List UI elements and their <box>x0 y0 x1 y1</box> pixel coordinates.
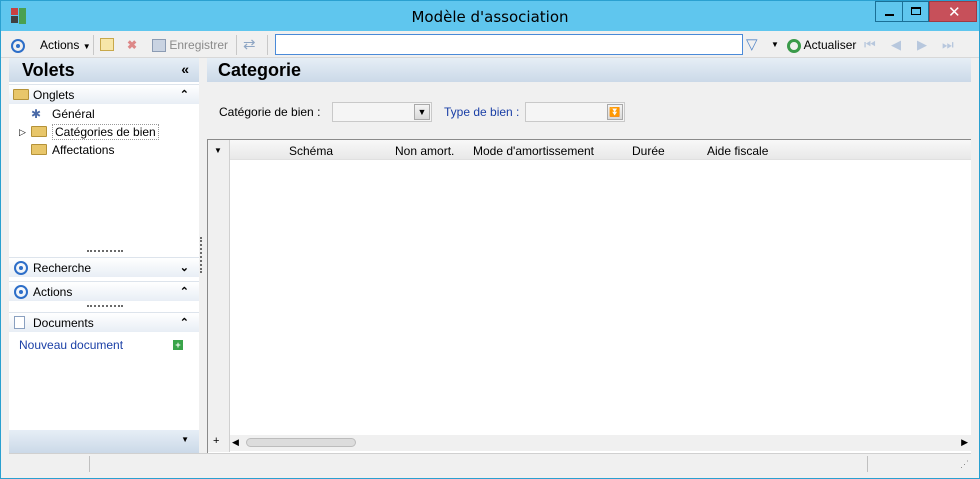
column-header-non-amort[interactable]: Non amort. <box>395 144 454 158</box>
column-chooser-icon[interactable]: ▼ <box>214 146 222 155</box>
scroll-thumb[interactable] <box>246 438 356 447</box>
page-title: Categorie <box>218 60 302 80</box>
new-document-link[interactable]: Nouveau document <box>19 338 123 352</box>
status-cell <box>89 456 867 472</box>
toolbar: Actions ▼ ✖ Enregistrer ⇄ ▽ ▼ Actualiser… <box>1 31 979 58</box>
refresh-label: Actualiser <box>803 38 857 52</box>
app-window: Modèle d'association ✕ Actions ▼ ✖ Enreg… <box>0 0 980 479</box>
last-icon[interactable]: ⏭ <box>942 35 954 55</box>
tree-item-label: Catégories de bien <box>52 124 159 140</box>
side-panel-title: Volets <box>22 60 75 80</box>
title-bar[interactable]: Modèle d'association ✕ <box>1 1 979 31</box>
tree-item-affectations[interactable]: Affectations <box>31 142 114 158</box>
save-button[interactable]: Enregistrer <box>152 35 228 55</box>
tree-item-label: Affectations <box>52 143 115 157</box>
column-header-schema[interactable]: Schéma <box>289 144 333 158</box>
target-icon <box>14 285 28 299</box>
sync-icon[interactable]: ⇄ <box>243 35 256 55</box>
column-header-duree[interactable]: Durée <box>632 144 665 158</box>
search-input[interactable] <box>275 34 743 55</box>
main-content: Categorie Catégorie de bien : ▼ Type de … <box>207 58 971 453</box>
status-bar: ⋰ <box>9 453 971 473</box>
tree-item-general[interactable]: ✱ Général <box>31 106 95 122</box>
close-icon: ✕ <box>948 3 961 21</box>
maximize-icon <box>911 7 921 15</box>
close-button[interactable]: ✕ <box>929 1 977 22</box>
category-label: Catégorie de bien : <box>219 105 321 119</box>
refresh-button[interactable]: Actualiser <box>787 35 856 55</box>
grid-header: Schéma Non amort. Mode d'amortissement D… <box>230 140 971 160</box>
minimize-button[interactable] <box>875 1 902 22</box>
row-header-column: ▼ + <box>208 140 230 452</box>
section-documents[interactable]: Documents ⌃ <box>9 312 199 332</box>
splitter-grip[interactable] <box>87 250 123 253</box>
category-select[interactable]: ▼ <box>332 102 432 122</box>
new-document-icon[interactable] <box>100 38 114 51</box>
section-recherche-label: Recherche <box>33 261 92 275</box>
minimize-icon <box>885 14 894 16</box>
target-icon[interactable] <box>11 35 25 55</box>
resize-grip-icon[interactable]: ⋰ <box>960 459 969 470</box>
panel-footer: ▼ <box>9 430 199 453</box>
expand-icon[interactable]: ▷ <box>19 124 26 140</box>
chevron-up-icon: ⌃ <box>179 286 189 298</box>
actions-menu[interactable]: Actions ▼ <box>40 35 91 55</box>
refresh-icon <box>787 38 801 53</box>
next-icon[interactable]: ▶ <box>917 35 927 55</box>
section-recherche[interactable]: Recherche ⌄ <box>9 257 199 277</box>
actions-menu-label: Actions <box>40 38 80 52</box>
folder-icon <box>31 144 47 155</box>
document-icon <box>14 316 25 329</box>
horizontal-scrollbar[interactable]: ◀ ▶ <box>230 435 971 451</box>
folder-open-icon <box>31 126 47 137</box>
section-onglets-label: Onglets <box>33 88 75 102</box>
filter-dropdown-icon[interactable]: ▼ <box>771 35 779 55</box>
target-icon <box>14 261 28 275</box>
column-header-aide-fiscale[interactable]: Aide fiscale <box>707 144 768 158</box>
vertical-splitter[interactable] <box>200 237 202 273</box>
folder-icon <box>13 89 29 100</box>
section-actions-label: Actions <box>33 285 73 299</box>
delete-icon[interactable]: ✖ <box>127 35 137 55</box>
maximize-button[interactable] <box>902 1 929 22</box>
add-icon[interactable]: + <box>173 340 183 350</box>
window-title: Modèle d'association <box>411 8 569 26</box>
add-row-icon[interactable]: + <box>213 435 219 447</box>
side-panel-header: Volets « <box>9 58 199 82</box>
side-panel: Volets « Onglets ⌃ ✱ Général ▷ Catégorie… <box>9 58 199 453</box>
collapse-panel-icon[interactable]: « <box>181 61 189 77</box>
column-header-mode[interactable]: Mode d'amortissement <box>473 144 594 158</box>
tree-item-label: Général <box>52 107 95 121</box>
splitter-grip[interactable] <box>87 305 123 308</box>
section-onglets[interactable]: Onglets ⌃ <box>9 84 199 104</box>
chevron-up-icon: ⌃ <box>179 317 189 329</box>
main-header: Categorie <box>207 58 971 82</box>
chevron-up-icon: ⌃ <box>179 89 189 101</box>
scroll-left-icon[interactable]: ◀ <box>232 437 239 448</box>
section-documents-label: Documents <box>33 316 94 330</box>
double-chevron-down-icon: ⏬ <box>607 104 623 120</box>
type-label[interactable]: Type de bien : <box>444 105 519 119</box>
chevron-down-icon: ▼ <box>414 104 430 120</box>
chevron-down-icon: ▼ <box>82 42 91 51</box>
data-grid: ▼ + Schéma Non amort. Mode d'amortisseme… <box>207 139 971 453</box>
type-select[interactable]: ⏬ <box>525 102 625 122</box>
save-label: Enregistrer <box>169 38 229 52</box>
save-icon <box>152 39 166 53</box>
prev-icon[interactable]: ◀ <box>891 35 901 55</box>
first-icon[interactable]: ⏮ <box>864 35 876 55</box>
scroll-right-icon[interactable]: ▶ <box>961 437 968 448</box>
filter-icon[interactable]: ▽ <box>746 35 758 55</box>
chevron-down-icon: ⌄ <box>179 262 189 274</box>
status-cell <box>867 456 961 472</box>
section-actions[interactable]: Actions ⌃ <box>9 281 199 301</box>
tree-item-categories[interactable]: ▷ Catégories de bien <box>19 124 159 140</box>
gear-icon: ✱ <box>31 107 42 121</box>
chevron-down-icon[interactable]: ▼ <box>181 435 189 444</box>
